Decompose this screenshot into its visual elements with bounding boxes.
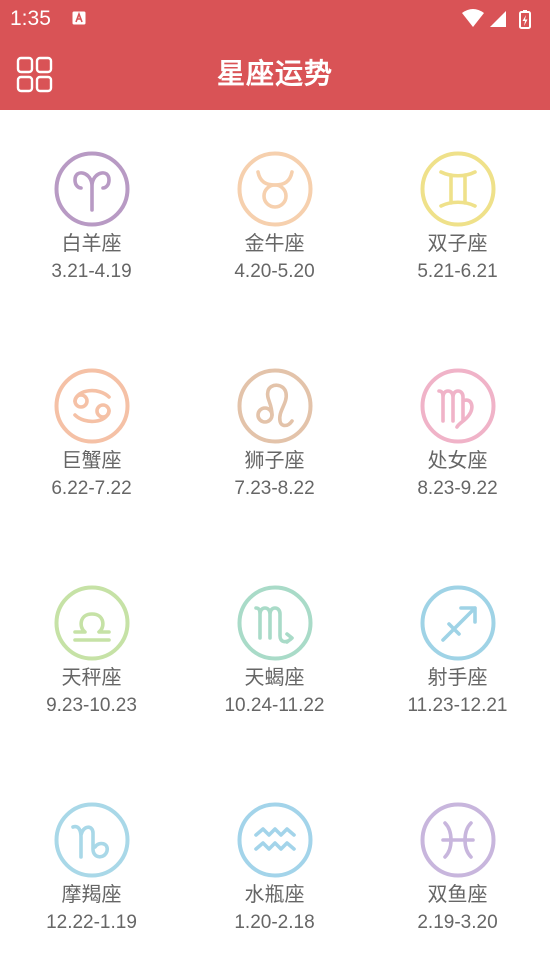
zodiac-date-range: 12.22-1.19: [46, 912, 137, 933]
zodiac-name: 天蝎座: [244, 665, 305, 689]
zodiac-name: 天秤座: [61, 665, 122, 689]
zodiac-date-range: 10.24-11.22: [224, 695, 325, 716]
zodiac-date-range: 1.20-2.18: [234, 912, 315, 933]
cancer-icon: [54, 368, 129, 444]
zodiac-name: 摩羯座: [61, 882, 122, 906]
zodiac-date-range: 3.21-4.19: [51, 261, 132, 282]
status-icons: [462, 9, 531, 29]
gemini-icon: [420, 151, 495, 227]
zodiac-item[interactable]: 巨蟹座 6.22-7.22: [0, 327, 183, 537]
zodiac-date-range: 2.19-3.20: [417, 912, 498, 933]
page-title: 星座运势: [216, 57, 333, 90]
zodiac-grid: 白羊座 3.21-4.19 金牛座 4.20-5.20 双子座 5.21-6.21 巨蟹座 6…: [0, 110, 550, 979]
zodiac-name: 处女座: [427, 448, 488, 472]
app-bar: 星座运势: [0, 38, 550, 110]
zodiac-name: 白羊座: [61, 231, 122, 255]
app-notification-icon: [72, 11, 86, 25]
app-root: 1:35 星座运势 白羊座 3.21-4.19 金牛座 4.20-5.20 双子…: [0, 0, 550, 979]
signal-icon: [490, 11, 506, 27]
zodiac-item[interactable]: 双子座 5.21-6.21: [366, 110, 549, 320]
leo-icon: [237, 368, 312, 444]
zodiac-item[interactable]: 处女座 8.23-9.22: [366, 327, 549, 537]
zodiac-date-range: 6.22-7.22: [51, 478, 132, 499]
zodiac-name: 狮子座: [244, 448, 305, 472]
zodiac-name: 金牛座: [244, 231, 305, 255]
zodiac-date-range: 9.23-10.23: [46, 695, 137, 716]
zodiac-item[interactable]: 双鱼座 2.19-3.20: [366, 761, 549, 971]
virgo-icon: [420, 368, 495, 444]
zodiac-date-range: 8.23-9.22: [417, 478, 498, 499]
libra-icon: [54, 585, 129, 661]
zodiac-item[interactable]: 天蝎座 10.24-11.22: [183, 544, 366, 754]
zodiac-item[interactable]: 天秤座 9.23-10.23: [0, 544, 183, 754]
zodiac-date-range: 7.23-8.22: [234, 478, 315, 499]
aries-icon: [54, 151, 129, 227]
scorpio-icon: [237, 585, 312, 661]
status-bar: 1:35: [0, 0, 550, 38]
pisces-icon: [420, 802, 495, 878]
zodiac-date-range: 11.23-12.21: [407, 695, 508, 716]
zodiac-date-range: 5.21-6.21: [417, 261, 498, 282]
aquarius-icon: [237, 802, 312, 878]
wifi-icon: [462, 9, 484, 27]
zodiac-name: 双鱼座: [427, 882, 488, 906]
battery-charging-icon: [519, 10, 531, 29]
zodiac-item[interactable]: 摩羯座 12.22-1.19: [0, 761, 183, 971]
status-time: 1:35: [10, 7, 51, 30]
zodiac-item[interactable]: 白羊座 3.21-4.19: [0, 110, 183, 320]
zodiac-name: 双子座: [427, 231, 488, 255]
zodiac-name: 射手座: [427, 665, 488, 689]
zodiac-name: 水瓶座: [244, 882, 305, 906]
zodiac-item[interactable]: 射手座 11.23-12.21: [366, 544, 549, 754]
zodiac-name: 巨蟹座: [61, 448, 122, 472]
sagittarius-icon: [420, 585, 495, 661]
zodiac-item[interactable]: 金牛座 4.20-5.20: [183, 110, 366, 320]
zodiac-item[interactable]: 狮子座 7.23-8.22: [183, 327, 366, 537]
zodiac-item[interactable]: 水瓶座 1.20-2.18: [183, 761, 366, 971]
zodiac-date-range: 4.20-5.20: [234, 261, 315, 282]
capricorn-icon: [54, 802, 129, 878]
taurus-icon: [237, 151, 312, 227]
